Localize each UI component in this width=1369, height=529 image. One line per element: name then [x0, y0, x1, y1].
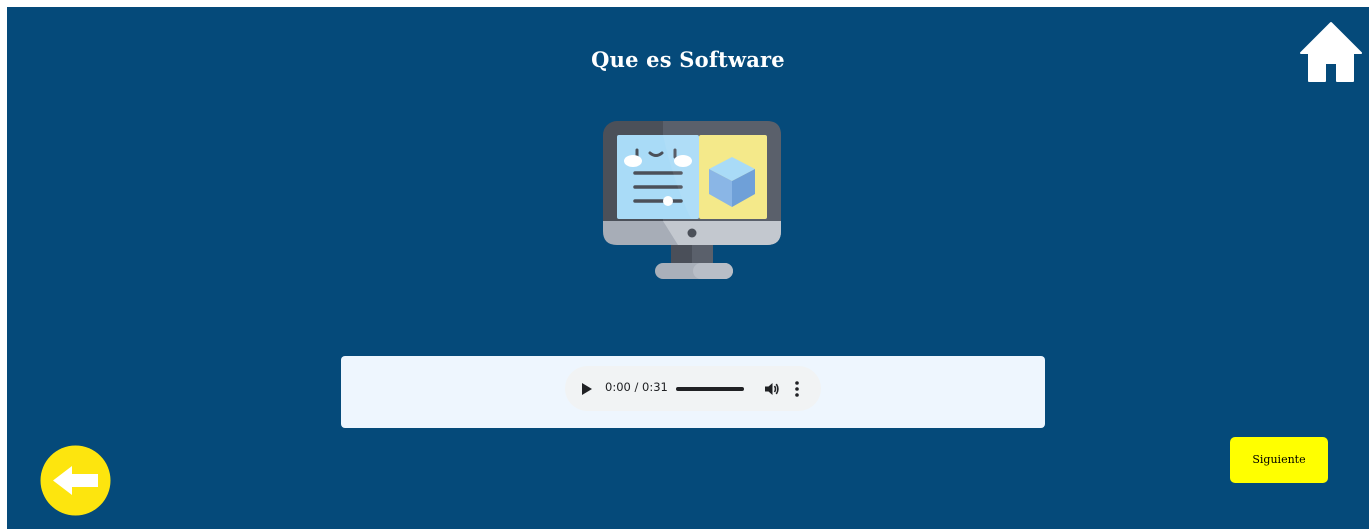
play-icon — [582, 383, 592, 395]
page-title: Que es Software — [591, 47, 785, 72]
more-options-button[interactable] — [793, 380, 801, 398]
audio-player[interactable]: 0:00 / 0:31 — [565, 366, 821, 411]
computer-illustration — [603, 121, 781, 281]
more-options-icon — [795, 381, 799, 397]
audio-progress-slider[interactable] — [676, 387, 744, 391]
page-container: Que es Software 0:00 / 0:31 Siguiente — [7, 7, 1369, 529]
home-icon — [1300, 22, 1362, 82]
time-display: 0:00 / 0:31 — [605, 380, 668, 394]
back-button[interactable] — [40, 445, 111, 516]
arrow-left-icon — [40, 445, 111, 516]
computer-monitor-icon — [603, 121, 781, 279]
volume-icon — [765, 383, 779, 395]
home-button[interactable] — [1300, 21, 1362, 83]
volume-button[interactable] — [764, 381, 780, 397]
audio-panel: 0:00 / 0:31 — [341, 356, 1045, 428]
next-button[interactable]: Siguiente — [1230, 437, 1328, 483]
play-button[interactable] — [581, 382, 593, 396]
